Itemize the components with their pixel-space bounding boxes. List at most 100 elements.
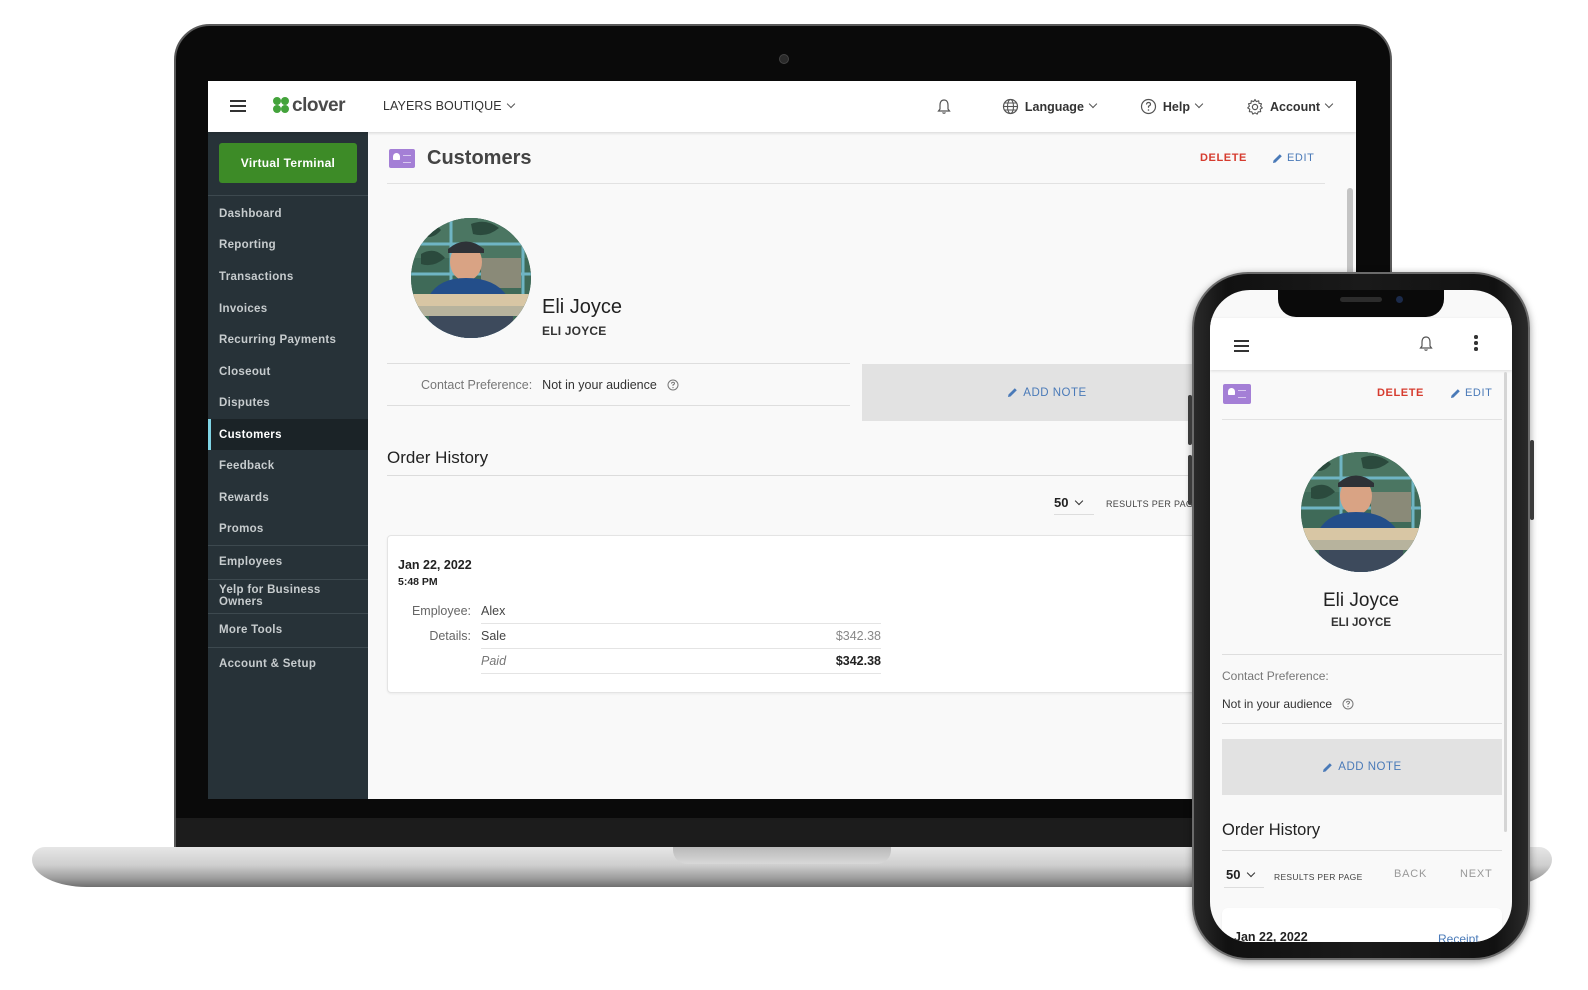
contact-preference-value-row: Not in your audience <box>1222 697 1354 711</box>
detail-item: Sale <box>481 629 507 643</box>
sidebar-item-disputes[interactable]: Disputes <box>208 388 368 420</box>
mobile-page-header: DELETE EDIT <box>1222 370 1502 420</box>
sidebar-item-employees[interactable]: Employees <box>208 544 368 579</box>
add-note-button[interactable]: ADD NOTE <box>1222 739 1502 795</box>
more-vertical-icon[interactable] <box>1474 335 1478 353</box>
results-per-page-label: RESULTS PER PAGE <box>1106 499 1200 509</box>
globe-icon <box>1002 98 1018 115</box>
receipt-link[interactable]: Receipt <box>1438 932 1479 942</box>
paid-label: Paid <box>481 654 507 668</box>
delete-button[interactable]: DELETE <box>1377 387 1424 399</box>
results-per-page-select[interactable]: 50 <box>1224 865 1264 888</box>
customer-photo <box>411 218 531 338</box>
customer-card-icon <box>389 149 415 168</box>
results-per-page-select[interactable]: 50 <box>1054 493 1094 515</box>
order-employee-row: Employee: Alex <box>388 599 883 624</box>
virtual-terminal-button[interactable]: Virtual Terminal <box>219 143 357 183</box>
edit-button[interactable]: EDIT <box>1272 152 1314 164</box>
merchant-selector[interactable]: LAYERS BOUTIQUE <box>383 99 515 113</box>
detail-amount: $342.38 <box>835 629 881 643</box>
sidebar-item-recurring-payments[interactable]: Recurring Payments <box>208 324 368 356</box>
sidebar-item-closeout[interactable]: Closeout <box>208 356 368 388</box>
merchant-name: LAYERS BOUTIQUE <box>383 99 502 113</box>
order-date: Jan 22, 2022 <box>398 558 472 572</box>
language-menu[interactable]: Language <box>1002 98 1098 115</box>
details-label: Details: <box>429 629 471 643</box>
sidebar-item-yelp-for-business-owners[interactable]: Yelp for Business Owners <box>208 578 368 613</box>
sidebar: Virtual Terminal Dashboard Reporting Tra… <box>208 132 368 799</box>
chevron-down-icon <box>1088 99 1098 108</box>
phone-notch <box>1278 290 1444 317</box>
results-per-page: 50 RESULTS PER PAGE <box>1054 493 1200 515</box>
results-per-page-value: 50 <box>1054 495 1069 510</box>
order-history-title: Order History <box>1222 821 1321 839</box>
paid-amount: $342.38 <box>835 654 881 668</box>
clover-leaf-icon <box>272 97 290 115</box>
sidebar-nav: Dashboard Reporting Transactions Invoice… <box>208 195 368 681</box>
sidebar-item-reporting[interactable]: Reporting <box>208 230 368 262</box>
help-circle-icon[interactable] <box>667 379 679 391</box>
customer-name: Eli Joyce <box>1322 590 1400 611</box>
edit-label: EDIT <box>1465 387 1493 399</box>
sidebar-item-invoices[interactable]: Invoices <box>208 293 368 325</box>
pencil-icon <box>1273 153 1282 163</box>
chevron-down-icon <box>1075 496 1084 505</box>
sidebar-item-feedback[interactable]: Feedback <box>208 450 368 482</box>
chevron-down-icon <box>1194 99 1204 108</box>
chevron-down-icon <box>1247 868 1256 877</box>
contact-preference-label: Contact Preference: <box>421 377 533 392</box>
pencil-icon <box>1451 388 1460 398</box>
customer-photo <box>1301 452 1421 572</box>
divider <box>481 673 881 674</box>
account-menu[interactable]: Account <box>1246 98 1334 116</box>
back-button[interactable]: BACK <box>1394 868 1427 880</box>
desktop-screen: clover LAYERS BOUTIQUE Language Help Acc… <box>208 81 1356 799</box>
scrollbar[interactable] <box>1504 372 1507 832</box>
order-card[interactable]: Jan 22, 2022 5:48 PM Employee: Alex Deta… <box>387 535 1207 693</box>
bell-icon[interactable] <box>1418 335 1434 352</box>
customer-name-caps: ELI JOYCE <box>542 324 607 338</box>
order-paid-row: Paid $342.38 <box>388 649 883 674</box>
edit-label: EDIT <box>1287 152 1315 164</box>
order-time: 5:48 PM <box>398 576 438 588</box>
notifications-button[interactable] <box>936 98 958 115</box>
sidebar-item-customers[interactable]: Customers <box>208 419 368 451</box>
help-circle-icon[interactable] <box>1342 698 1354 710</box>
language-label: Language <box>1024 99 1084 114</box>
sidebar-item-rewards[interactable]: Rewards <box>208 482 368 514</box>
logo-text: clover <box>292 95 345 116</box>
bell-icon <box>937 99 951 114</box>
delete-button[interactable]: DELETE <box>1200 152 1247 164</box>
sidebar-item-transactions[interactable]: Transactions <box>208 261 368 293</box>
laptop-opening-notch <box>673 847 891 864</box>
edit-button[interactable]: EDIT <box>1450 387 1492 399</box>
next-button[interactable]: NEXT <box>1460 868 1493 880</box>
employee-value: Alex <box>481 604 506 618</box>
order-history-title: Order History <box>387 448 489 467</box>
device-mockup-scene: clover LAYERS BOUTIQUE Language Help Acc… <box>0 0 1588 990</box>
phone-camera <box>1396 296 1403 303</box>
sidebar-item-promos[interactable]: Promos <box>208 513 368 545</box>
add-note-label: ADD NOTE <box>1023 386 1087 399</box>
menu-icon[interactable] <box>1234 340 1249 355</box>
help-menu[interactable]: Help <box>1140 98 1204 115</box>
laptop-camera <box>779 54 789 64</box>
sidebar-item-account-setup[interactable]: Account & Setup <box>208 646 368 681</box>
contact-preference-row: Contact Preference: Not in your audience <box>387 363 850 406</box>
customer-name-caps: ELI JOYCE <box>1330 617 1392 629</box>
sidebar-item-more-tools[interactable]: More Tools <box>208 612 368 647</box>
help-label: Help <box>1162 99 1190 114</box>
customer-avatar <box>411 218 531 338</box>
sidebar-item-dashboard[interactable]: Dashboard <box>208 198 368 230</box>
customer-card-icon <box>1223 384 1251 404</box>
contact-preference-value: Not in your audience <box>1222 697 1333 711</box>
menu-icon[interactable] <box>230 100 246 112</box>
phone-volume-button <box>1188 395 1192 445</box>
pencil-icon <box>1323 762 1333 772</box>
order-card[interactable]: Jan 22, 2022 Receipt <box>1222 908 1502 942</box>
results-per-page-label: RESULTS PER PAGE <box>1274 871 1363 882</box>
clover-logo[interactable]: clover <box>272 95 345 117</box>
chevron-down-icon <box>506 99 515 109</box>
account-label: Account <box>1270 99 1320 114</box>
page-title: Customers <box>427 147 532 169</box>
